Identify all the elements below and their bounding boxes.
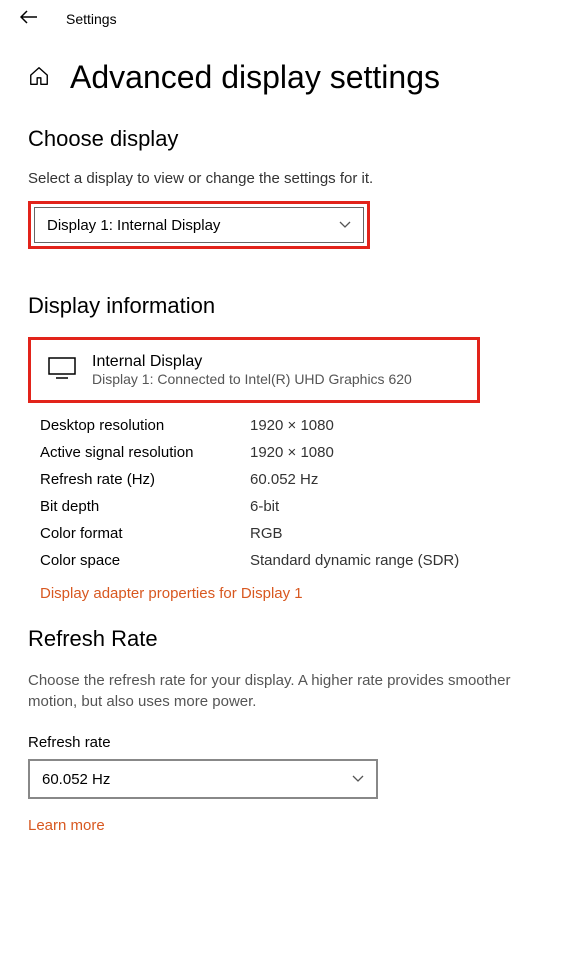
property-label: Color space (40, 552, 250, 569)
property-value: 1920 × 1080 (250, 444, 334, 461)
highlight-box-2: Internal Display Display 1: Connected to… (28, 337, 480, 403)
adapter-properties-link[interactable]: Display adapter properties for Display 1 (28, 585, 303, 602)
property-label: Refresh rate (Hz) (40, 471, 250, 488)
refresh-rate-select[interactable]: 60.052 Hz (28, 759, 378, 799)
property-label: Color format (40, 525, 250, 542)
display-select-value: Display 1: Internal Display (47, 217, 220, 234)
property-label: Desktop resolution (40, 417, 250, 434)
display-info-heading: Display information (28, 293, 550, 319)
property-label: Active signal resolution (40, 444, 250, 461)
property-row: Color formatRGB (40, 525, 550, 542)
refresh-rate-heading: Refresh Rate (28, 626, 550, 652)
property-row: Desktop resolution1920 × 1080 (40, 417, 550, 434)
back-button[interactable] (20, 8, 38, 29)
chevron-down-icon (339, 218, 351, 232)
app-title: Settings (66, 11, 117, 27)
property-row: Refresh rate (Hz)60.052 Hz (40, 471, 550, 488)
property-label: Bit depth (40, 498, 250, 515)
chevron-down-icon (352, 772, 364, 786)
display-card: Internal Display Display 1: Connected to… (34, 343, 474, 397)
refresh-rate-value: 60.052 Hz (42, 771, 110, 788)
highlight-box: Display 1: Internal Display (28, 201, 370, 249)
property-value: Standard dynamic range (SDR) (250, 552, 459, 569)
monitor-icon (48, 356, 76, 384)
refresh-rate-label: Refresh rate (28, 734, 550, 751)
property-value: 1920 × 1080 (250, 417, 334, 434)
refresh-rate-help: Choose the refresh rate for your display… (28, 670, 550, 712)
display-sub: Display 1: Connected to Intel(R) UHD Gra… (92, 371, 412, 387)
learn-more-link[interactable]: Learn more (28, 817, 105, 834)
property-value: 60.052 Hz (250, 471, 318, 488)
choose-display-heading: Choose display (28, 126, 550, 152)
property-row: Color spaceStandard dynamic range (SDR) (40, 552, 550, 569)
display-name: Internal Display (92, 353, 412, 371)
property-row: Active signal resolution1920 × 1080 (40, 444, 550, 461)
display-select[interactable]: Display 1: Internal Display (34, 207, 364, 243)
property-value: RGB (250, 525, 283, 542)
page-title: Advanced display settings (70, 59, 440, 96)
display-properties: Desktop resolution1920 × 1080Active sign… (28, 417, 550, 569)
property-value: 6-bit (250, 498, 279, 515)
home-icon[interactable] (28, 65, 50, 91)
choose-display-help: Select a display to view or change the s… (28, 170, 550, 187)
property-row: Bit depth6-bit (40, 498, 550, 515)
